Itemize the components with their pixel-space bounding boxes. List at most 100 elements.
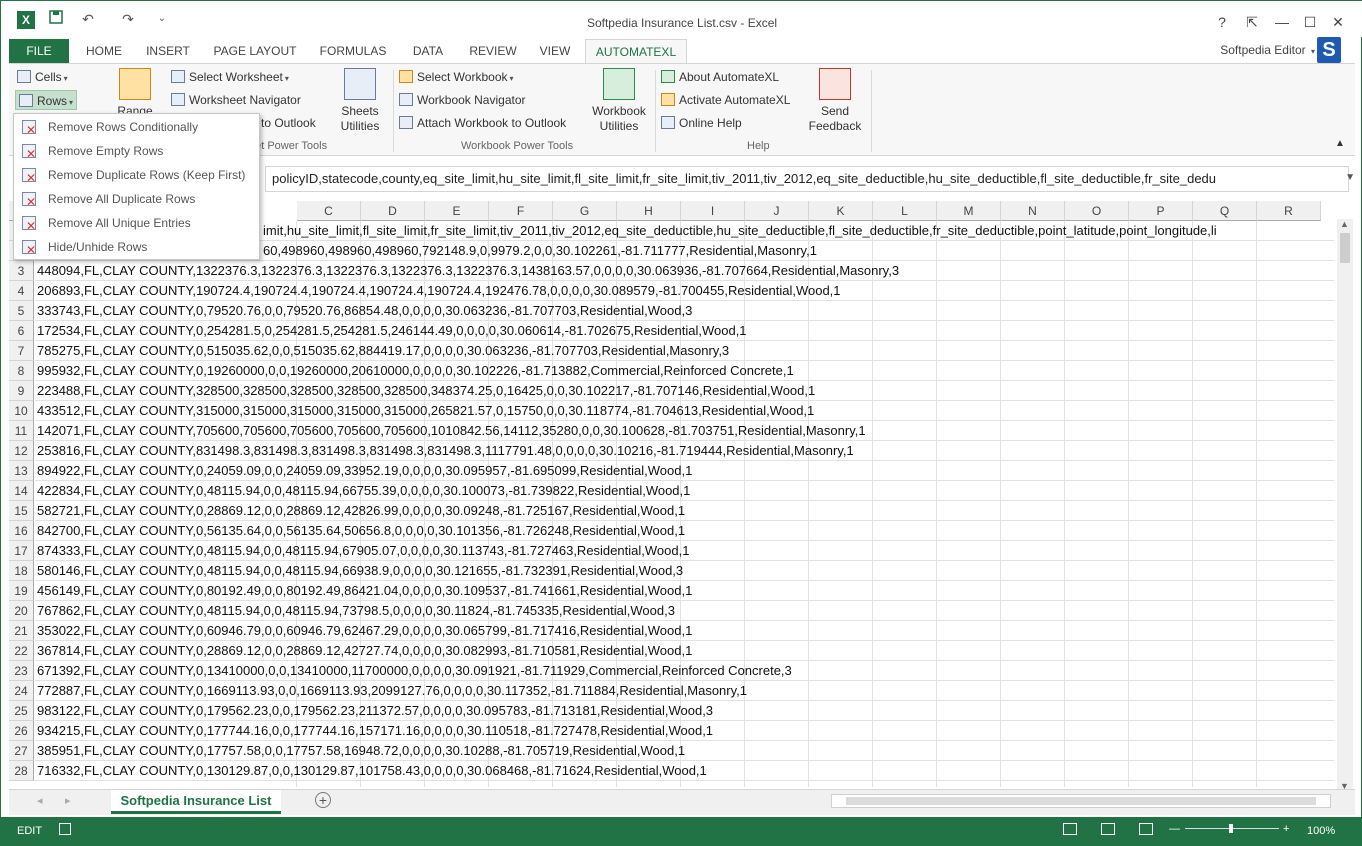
vertical-scrollbar[interactable]: ▲ ▼ (1337, 219, 1353, 791)
minimize-button[interactable]: — (1267, 11, 1297, 33)
row-header[interactable]: 22 (9, 641, 34, 661)
row-header[interactable]: 7 (9, 341, 34, 361)
column-header-g[interactable]: G (553, 201, 617, 221)
table-row[interactable]: 772887,FL,CLAY COUNTY,0,1669113.93,0,0,1… (35, 681, 747, 701)
row-header[interactable]: 26 (9, 721, 34, 741)
attach-workbook-button[interactable]: Attach Workbook to Outlook (399, 113, 566, 133)
menu-item-hide-unhide-rows[interactable]: Hide/Unhide Rows (14, 235, 259, 262)
menu-item-remove-rows-conditionally[interactable]: Remove Rows Conditionally (14, 115, 259, 142)
row-header[interactable]: 28 (9, 761, 34, 781)
ribbon-display-options-icon[interactable]: ⇱ (1237, 11, 1267, 33)
sheet-tab[interactable]: Softpedia Insurance List (111, 790, 281, 814)
row-header[interactable]: 4 (9, 281, 34, 301)
sheets-utilities-button[interactable]: Sheets Utilities (335, 68, 385, 134)
zoom-level[interactable]: 100% (1307, 825, 1335, 837)
formula-input[interactable]: policyID,statecode,county,eq_site_limit,… (265, 166, 1349, 192)
close-button[interactable]: ✕ (1323, 11, 1353, 33)
row-header[interactable]: 8 (9, 361, 34, 381)
add-sheet-icon[interactable]: + (315, 792, 331, 808)
table-row[interactable]: 448094,FL,CLAY COUNTY,1322376.3,1322376.… (35, 261, 899, 281)
next-sheet-icon[interactable]: ▸ (65, 794, 71, 807)
h-scroll-thumb[interactable] (846, 797, 1316, 805)
horizontal-scrollbar[interactable] (831, 794, 1331, 808)
table-row[interactable]: 582721,FL,CLAY COUNTY,0,28869.12,0,0,288… (35, 501, 685, 521)
tab-insert[interactable]: INSERT (141, 39, 195, 63)
table-row[interactable]: 206893,FL,CLAY COUNTY,190724.4,190724.4,… (35, 281, 841, 301)
table-row[interactable]: 172534,FL,CLAY COUNTY,0,254281.5,0,25428… (35, 321, 747, 341)
row-header[interactable]: 19 (9, 581, 34, 601)
worksheet-navigator-button[interactable]: Worksheet Navigator (171, 90, 301, 110)
workbook-utilities-button[interactable]: Workbook Utilities (587, 68, 651, 134)
column-header-r[interactable]: R (1257, 201, 1321, 221)
table-row[interactable]: 671392,FL,CLAY COUNTY,0,13410000,0,0,134… (35, 661, 792, 681)
table-row[interactable]: 333743,FL,CLAY COUNTY,0,79520.76,0,0,795… (35, 301, 692, 321)
row-header[interactable]: 14 (9, 481, 34, 501)
tab-page-layout[interactable]: PAGE LAYOUT (207, 39, 303, 63)
row-header[interactable]: 21 (9, 621, 34, 641)
page-layout-view-icon[interactable] (1101, 823, 1115, 835)
page-break-view-icon[interactable] (1139, 823, 1153, 835)
row-header[interactable]: 3 (9, 261, 34, 281)
table-row[interactable]: 385951,FL,CLAY COUNTY,0,17757.58,0,0,177… (35, 741, 685, 761)
table-row[interactable]: 422834,FL,CLAY COUNTY,0,48115.94,0,0,481… (35, 481, 690, 501)
cells-button[interactable]: Cells ▾ (17, 67, 68, 87)
scroll-thumb[interactable] (1340, 233, 1350, 263)
online-help-button[interactable]: Online Help (661, 113, 742, 133)
table-row[interactable]: 60,498960,498960,498960,792148.9,0,9979.… (261, 241, 817, 261)
zoom-handle[interactable] (1229, 824, 1233, 833)
table-row[interactable]: 934215,FL,CLAY COUNTY,0,177744.16,0,0,17… (35, 721, 713, 741)
column-header-h[interactable]: H (617, 201, 681, 221)
attach-worksheet-to-outlook-button[interactable]: to Outlook (261, 113, 316, 133)
table-row[interactable]: 767862,FL,CLAY COUNTY,0,48115.94,0,0,481… (35, 601, 675, 621)
zoom-in-button[interactable]: + (1283, 823, 1289, 835)
table-row[interactable]: 142071,FL,CLAY COUNTY,705600,705600,7056… (35, 421, 866, 441)
menu-item-remove-duplicate-rows-keep-first[interactable]: Remove Duplicate Rows (Keep First) (14, 163, 259, 190)
column-header-f[interactable]: F (489, 201, 553, 221)
menu-item-remove-all-duplicate-rows[interactable]: Remove All Duplicate Rows (14, 187, 259, 214)
row-header[interactable]: 20 (9, 601, 34, 621)
rows-button[interactable]: Rows ▾ (15, 90, 78, 110)
table-row[interactable]: 433512,FL,CLAY COUNTY,315000,315000,3150… (35, 401, 814, 421)
help-button[interactable]: ? (1207, 11, 1237, 33)
menu-item-remove-all-unique-entries[interactable]: Remove All Unique Entries (14, 211, 259, 238)
row-header[interactable]: 12 (9, 441, 34, 461)
column-header-j[interactable]: J (745, 201, 809, 221)
table-row[interactable]: 456149,FL,CLAY COUNTY,0,80192.49,0,0,801… (35, 581, 692, 601)
row-header[interactable]: 6 (9, 321, 34, 341)
send-feedback-button[interactable]: Send Feedback (805, 68, 865, 134)
tab-formulas[interactable]: FORMULAS (313, 39, 393, 63)
row-header[interactable]: 11 (9, 421, 34, 441)
column-header-q[interactable]: Q (1193, 201, 1257, 221)
scroll-up-icon[interactable]: ▲ (1340, 219, 1349, 229)
row-header[interactable]: 5 (9, 301, 34, 321)
maximize-button[interactable]: ☐ (1295, 11, 1325, 33)
prev-sheet-icon[interactable]: ◂ (37, 794, 43, 807)
row-header[interactable]: 17 (9, 541, 34, 561)
table-row[interactable]: 874333,FL,CLAY COUNTY,0,48115.94,0,0,481… (35, 541, 689, 561)
table-row[interactable]: 367814,FL,CLAY COUNTY,0,28869.12,0,0,288… (35, 641, 692, 661)
collapse-ribbon-icon[interactable]: ▲ (1335, 134, 1345, 154)
about-automatexl-button[interactable]: About AutomateXL (661, 67, 779, 87)
row-header[interactable]: 13 (9, 461, 34, 481)
select-workbook-button[interactable]: Select Workbook ▾ (399, 67, 514, 87)
table-row[interactable]: 842700,FL,CLAY COUNTY,0,56135.64,0,0,561… (35, 521, 685, 541)
zoom-slider[interactable] (1185, 824, 1279, 833)
column-header-d[interactable]: D (361, 201, 425, 221)
column-header-l[interactable]: L (873, 201, 937, 221)
table-row[interactable]: 353022,FL,CLAY COUNTY,0,60946.79,0,0,609… (35, 621, 692, 641)
normal-view-icon[interactable] (1063, 823, 1077, 835)
user-name[interactable]: Softpedia Editor ▾ (1220, 43, 1315, 57)
tab-home[interactable]: HOME (77, 39, 131, 63)
activate-automatexl-button[interactable]: Activate AutomateXL (661, 90, 790, 110)
table-row[interactable]: imit,hu_site_limit,fl_site_limit,fr_site… (261, 221, 1217, 241)
row-header[interactable]: 25 (9, 701, 34, 721)
table-row[interactable]: 716332,FL,CLAY COUNTY,0,130129.87,0,0,13… (35, 761, 707, 781)
row-header[interactable]: 9 (9, 381, 34, 401)
row-header[interactable]: 15 (9, 501, 34, 521)
table-row[interactable]: 253816,FL,CLAY COUNTY,831498.3,831498.3,… (35, 441, 854, 461)
expand-formula-bar-icon[interactable]: ▼ (1345, 172, 1355, 183)
tab-view[interactable]: VIEW (533, 39, 577, 63)
tab-file[interactable]: FILE (9, 39, 69, 63)
tab-review[interactable]: REVIEW (463, 39, 523, 63)
column-header-m[interactable]: M (937, 201, 1001, 221)
